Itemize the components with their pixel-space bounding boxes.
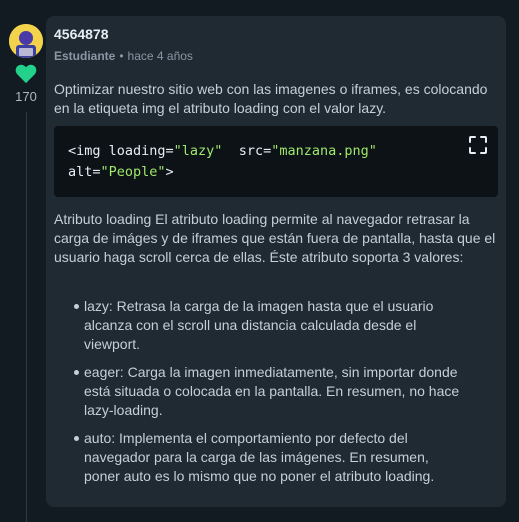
comment-time: hace 4 años — [127, 49, 193, 63]
code-loading-value: "lazy" — [173, 143, 223, 159]
author-username[interactable]: 4564878 — [54, 26, 109, 42]
comment-card: 4564878 Estudiante • hace 4 años Optimizar… — [46, 16, 506, 507]
comment-description: Atributo loading El atributo loading per… — [54, 211, 496, 265]
student-avatar-icon — [9, 24, 43, 58]
fullscreen-icon — [469, 136, 487, 154]
avatar[interactable] — [9, 24, 43, 58]
code-alt-attr: alt= — [68, 164, 101, 180]
code-src-value: "manzana.png" — [271, 143, 377, 159]
author-role: Estudiante — [54, 49, 116, 63]
list-item: auto: Implementa el comportamiento por d… — [54, 429, 500, 486]
fullscreen-button[interactable] — [465, 132, 491, 158]
code-block: <img loading="lazy" src="manzana.png" al… — [54, 126, 498, 197]
code-tag-close: > — [165, 164, 174, 180]
vote-count: 170 — [15, 89, 37, 104]
code-tag-open: <img loading= — [68, 143, 174, 159]
code-src-attr: src= — [222, 143, 272, 159]
code-content: <img loading="lazy" src="manzana.png" al… — [68, 141, 458, 183]
comment-rail: 170 — [0, 0, 50, 522]
code-alt-value: "People" — [100, 164, 166, 180]
comment-meta: Estudiante • hace 4 años — [54, 49, 193, 63]
list-item: lazy: Retrasa la carga de la imagen hast… — [54, 297, 500, 354]
thread-line — [26, 112, 27, 522]
meta-separator: • — [119, 49, 124, 63]
comment-thread: 170 4564878 Estudiante • hace 4 años Optim… — [0, 0, 519, 522]
comment-intro: Optimizar nuestro sitio web con las imag… — [54, 81, 488, 116]
values-list: lazy: Retrasa la carga de la imagen hast… — [54, 297, 500, 495]
list-item: eager: Carga la imagen inmediatamente, s… — [54, 363, 500, 420]
heart-icon[interactable] — [15, 64, 37, 84]
